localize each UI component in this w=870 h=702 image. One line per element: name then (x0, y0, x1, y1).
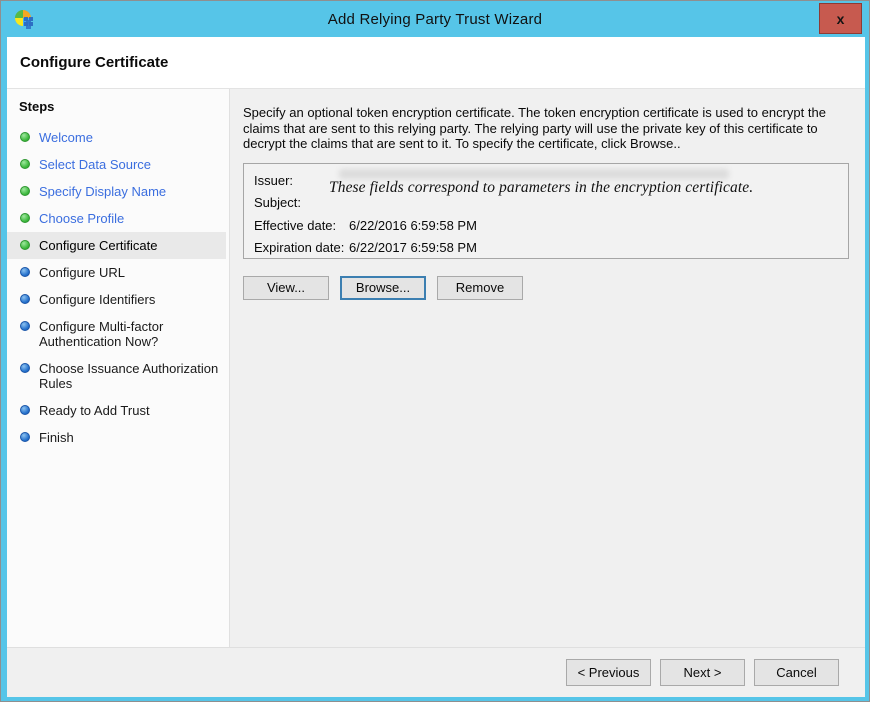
step-configure-identifiers: Configure Identifiers (7, 286, 226, 313)
step-welcome[interactable]: Welcome (7, 124, 226, 151)
title-bar: Add Relying Party Trust Wizard x (1, 1, 869, 37)
step-status-icon (20, 186, 30, 196)
step-configure-mfa: Configure Multi-factor Authentication No… (7, 313, 226, 355)
step-status-icon (20, 213, 30, 223)
certificate-details-box: Issuer: Subject: Effective date: 6/22/20… (243, 163, 849, 259)
step-specify-display-name[interactable]: Specify Display Name (7, 178, 226, 205)
close-button[interactable]: x (819, 3, 862, 34)
step-status-icon (20, 363, 30, 373)
window-title: Add Relying Party Trust Wizard (1, 11, 869, 28)
steps-heading: Steps (7, 97, 229, 124)
step-status-icon (20, 405, 30, 415)
step-configure-certificate: Configure Certificate (7, 232, 226, 259)
step-ready-to-add-trust: Ready to Add Trust (7, 397, 226, 424)
effective-date-row: Effective date: 6/22/2016 6:59:58 PM (254, 215, 838, 238)
step-choose-issuance-rules: Choose Issuance Authorization Rules (7, 355, 226, 397)
step-status-icon (20, 240, 30, 250)
cancel-button[interactable]: Cancel (754, 659, 839, 686)
expiration-date-value: 6/22/2017 6:59:58 PM (349, 237, 477, 260)
page-header: Configure Certificate (7, 37, 865, 89)
step-status-icon (20, 267, 30, 277)
step-status-icon (20, 294, 30, 304)
adfs-app-icon (13, 8, 37, 32)
page-title: Configure Certificate (20, 54, 168, 71)
wizard-window: Add Relying Party Trust Wizard x Configu… (0, 0, 870, 702)
steps-list: Welcome Select Data Source Specify Displ… (7, 124, 229, 451)
view-button[interactable]: View... (243, 276, 329, 300)
annotation-note: These fields correspond to parameters in… (329, 179, 839, 197)
step-status-icon (20, 432, 30, 442)
remove-button[interactable]: Remove (437, 276, 523, 300)
step-choose-profile[interactable]: Choose Profile (7, 205, 226, 232)
wizard-footer: < Previous Next > Cancel (7, 647, 865, 697)
expiration-date-label: Expiration date: (254, 237, 349, 260)
main-panel: Specify an optional token encryption cer… (230, 89, 865, 647)
step-status-icon (20, 159, 30, 169)
redacted-issuer-value (339, 169, 729, 179)
step-status-icon (20, 132, 30, 142)
step-status-icon (20, 321, 30, 331)
next-button[interactable]: Next > (660, 659, 745, 686)
steps-sidebar: Steps Welcome Select Data Source Specify… (7, 89, 230, 647)
expiration-date-row: Expiration date: 6/22/2017 6:59:58 PM (254, 237, 838, 260)
effective-date-value: 6/22/2016 6:59:58 PM (349, 215, 477, 238)
page-description: Specify an optional token encryption cer… (243, 105, 851, 152)
step-finish: Finish (7, 424, 226, 451)
step-select-data-source[interactable]: Select Data Source (7, 151, 226, 178)
effective-date-label: Effective date: (254, 215, 349, 238)
previous-button[interactable]: < Previous (566, 659, 651, 686)
certificate-actions: View... Browse... Remove (243, 276, 851, 300)
step-configure-url: Configure URL (7, 259, 226, 286)
browse-button[interactable]: Browse... (340, 276, 426, 300)
wizard-body: Steps Welcome Select Data Source Specify… (7, 89, 865, 647)
